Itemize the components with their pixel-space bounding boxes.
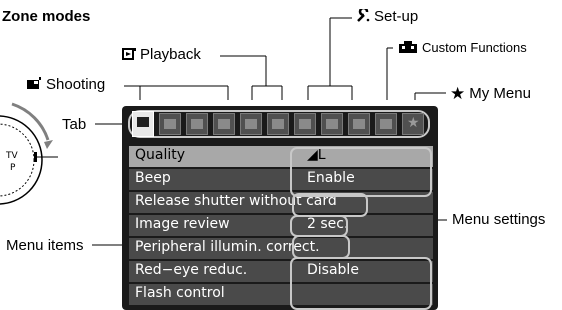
star-icon: ★ <box>407 115 420 131</box>
playback-label-text: Playback <box>140 46 201 63</box>
camera-icon <box>137 117 149 127</box>
menu-row[interactable]: Peripheral illumin. correct. <box>129 238 433 259</box>
menu-item-label: Flash control <box>135 285 225 301</box>
settings-bracket-release <box>292 193 368 217</box>
menu-items-label: Menu items <box>6 237 84 254</box>
tab-camera-4[interactable] <box>213 113 235 135</box>
settings-bracket-top <box>290 147 432 197</box>
playback-icon <box>245 119 257 129</box>
custom-functions-icon <box>380 119 392 129</box>
shooting-label: Shooting <box>26 76 105 93</box>
tab-bar: ★ <box>128 110 432 140</box>
custom-functions-icon <box>399 41 417 53</box>
dial-letter-tv: TV <box>5 151 18 161</box>
tab-camera-2[interactable] <box>159 113 181 135</box>
camera-icon <box>218 119 230 129</box>
playback-icon <box>122 48 136 60</box>
tab-camera-3[interactable] <box>186 113 208 135</box>
tab-camera-1[interactable] <box>132 111 154 137</box>
camera-icon <box>27 77 41 89</box>
menu-row[interactable]: Image review 2 sec. <box>129 215 433 236</box>
setup-label: Set-up <box>356 8 418 25</box>
tab-wrench-9[interactable] <box>348 113 370 135</box>
playback-icon <box>272 119 284 129</box>
tab-custom-functions-10[interactable] <box>375 113 397 135</box>
camera-icon <box>191 119 203 129</box>
menu-item-label: Red−eye reduc. <box>135 262 248 278</box>
tab-star-11[interactable]: ★ <box>402 113 424 135</box>
shooting-label-text: Shooting <box>46 76 106 93</box>
menu-item-label: Image review <box>135 216 230 232</box>
my-menu-label: ★ My Menu <box>450 84 531 104</box>
wrench-icon <box>357 9 370 22</box>
settings-bracket-bottom <box>290 257 432 310</box>
tab-playback-6[interactable] <box>267 113 289 135</box>
setup-label-text: Set-up <box>374 8 419 25</box>
settings-bracket-review <box>290 215 348 237</box>
page-heading: Zone modes <box>2 8 91 25</box>
wrench-icon <box>299 119 311 129</box>
my-menu-label-text: My Menu <box>469 85 531 102</box>
custom-functions-label-text: Custom Functions <box>422 40 527 55</box>
tab-wrench-7[interactable] <box>294 113 316 135</box>
custom-functions-label: Custom Functions <box>398 40 527 55</box>
dial-letter-p: P <box>10 163 16 173</box>
menu-item-label: Quality <box>135 147 186 163</box>
camera-icon <box>164 119 176 129</box>
settings-bracket-peripheral <box>292 235 350 259</box>
tab-wrench-8[interactable] <box>321 113 343 135</box>
wrench-icon <box>353 119 365 129</box>
star-icon: ★ <box>450 84 466 104</box>
tab-label: Tab <box>62 116 87 133</box>
playback-label: Playback <box>122 46 201 63</box>
tab-playback-5[interactable] <box>240 113 262 135</box>
menu-settings-label: Menu settings <box>452 211 546 228</box>
camera-menu-screen: ★ Quality ◢L Beep Enable Release shutter wit… <box>122 106 438 310</box>
wrench-icon <box>326 119 338 129</box>
menu-item-label: Beep <box>135 170 171 186</box>
